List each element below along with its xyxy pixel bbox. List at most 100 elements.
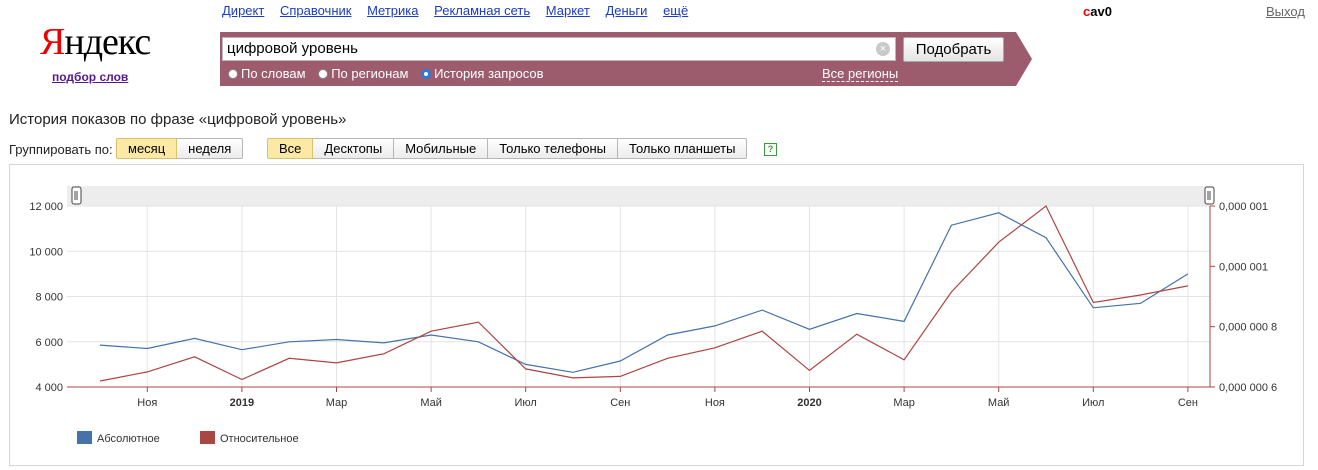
data-point[interactable] (949, 223, 953, 227)
search-band-arrow (1016, 32, 1032, 86)
clear-icon[interactable]: × (876, 42, 890, 56)
data-point[interactable] (476, 340, 480, 344)
chart-container: 12 000 10 000 8 000 6 000 4 000 0,000 001 0,00… (9, 164, 1304, 466)
y-axis-left-tick-label: 8 000 (35, 292, 63, 304)
logo-first-letter: Я (40, 21, 65, 63)
range-navigator[interactable] (67, 186, 1210, 206)
legend-label[interactable]: Относительное (220, 433, 299, 445)
data-point[interactable] (713, 324, 717, 328)
data-point[interactable] (1186, 272, 1190, 276)
data-point[interactable] (524, 362, 528, 366)
legend-swatch[interactable] (200, 431, 215, 444)
data-point[interactable] (808, 368, 812, 372)
nav-link-ad-network[interactable]: Рекламная сеть (434, 3, 530, 18)
data-point[interactable] (1139, 301, 1143, 305)
data-point[interactable] (1186, 284, 1190, 288)
data-point[interactable] (666, 333, 670, 337)
legend-swatch[interactable] (77, 431, 92, 444)
radio-query-history-label[interactable]: История запросов (434, 66, 544, 81)
radio-by-regions-dot[interactable] (318, 69, 329, 79)
data-point[interactable] (1044, 204, 1048, 208)
data-point[interactable] (145, 347, 149, 351)
search-input[interactable]: цифровой уровень (222, 37, 896, 61)
data-point[interactable] (571, 376, 575, 380)
radio-by-words-label[interactable]: По словам (241, 66, 306, 81)
x-axis-tick-label: Сен (1178, 397, 1198, 409)
data-point[interactable] (476, 320, 480, 324)
period-week-button[interactable]: неделя (177, 138, 244, 159)
y-axis-left-tick-label: 4 000 (35, 382, 63, 394)
data-point[interactable] (1091, 306, 1095, 310)
data-point[interactable] (713, 346, 717, 350)
period-month-button[interactable]: месяц (116, 138, 178, 159)
radio-query-history[interactable]: История запросов (421, 66, 544, 81)
x-axis-tick-label: Ноя (137, 397, 157, 409)
data-point[interactable] (808, 327, 812, 331)
data-point[interactable] (145, 370, 149, 374)
period-button-group: месяц неделя (116, 138, 244, 159)
help-icon[interactable]: ? (764, 143, 777, 156)
data-point[interactable] (429, 329, 433, 333)
nav-link-direct[interactable]: Директ (222, 3, 264, 18)
x-axis-tick-label: Ноя (705, 397, 725, 409)
data-point[interactable] (287, 340, 291, 344)
radio-by-words[interactable]: По словам (228, 66, 306, 81)
data-point[interactable] (1044, 236, 1048, 240)
legend-label[interactable]: Абсолютное (97, 433, 160, 445)
data-point[interactable] (335, 337, 339, 341)
data-point[interactable] (618, 374, 622, 378)
data-point[interactable] (949, 290, 953, 294)
nav-link-market[interactable]: Маркет (546, 3, 590, 18)
data-point[interactable] (902, 358, 906, 362)
data-point[interactable] (760, 308, 764, 312)
data-point[interactable] (1091, 301, 1095, 305)
radio-by-words-dot[interactable] (228, 69, 238, 79)
data-point[interactable] (193, 355, 197, 359)
device-phones-button[interactable]: Только телефоны (488, 138, 619, 159)
x-axis-tick-label: Июл (1082, 397, 1104, 409)
submit-button[interactable]: Подобрать (903, 37, 1004, 62)
device-desktops-button[interactable]: Десктопы (313, 138, 395, 159)
nav-link-money[interactable]: Деньги (605, 3, 647, 18)
device-all-button[interactable]: Все (267, 138, 314, 159)
data-point[interactable] (902, 319, 906, 323)
data-point[interactable] (524, 367, 528, 371)
history-chart: 12 000 10 000 8 000 6 000 4 000 0,000 001 0,00… (29, 186, 1277, 445)
data-point[interactable] (618, 359, 622, 363)
data-point[interactable] (335, 361, 339, 365)
data-point[interactable] (571, 370, 575, 374)
data-point[interactable] (240, 377, 244, 381)
data-point[interactable] (760, 329, 764, 333)
data-point[interactable] (287, 356, 291, 360)
nav-link-metrika[interactable]: Метрика (367, 3, 418, 18)
data-point[interactable] (382, 341, 386, 345)
yandex-logo[interactable]: Яндекс (40, 21, 151, 63)
data-point[interactable] (382, 352, 386, 356)
radio-query-history-dot[interactable] (421, 69, 432, 79)
device-mobile-button[interactable]: Мобильные (394, 138, 489, 159)
data-point[interactable] (666, 356, 670, 360)
group-by-label: Группировать по: (9, 142, 113, 157)
data-point[interactable] (997, 211, 1001, 215)
all-regions-link[interactable]: Все регионы (822, 66, 899, 82)
logo-subtitle-link[interactable]: подбор слов (52, 70, 128, 84)
device-tablets-button[interactable]: Только планшеты (618, 138, 748, 159)
y-axis-right-tick-label: 0,000 000 6 (1219, 382, 1277, 394)
data-point[interactable] (855, 311, 859, 315)
logout-link[interactable]: Выход (1266, 4, 1305, 19)
radio-by-regions[interactable]: По регионам (318, 66, 408, 81)
data-point[interactable] (997, 240, 1001, 244)
data-point[interactable] (429, 333, 433, 337)
data-point[interactable] (98, 343, 102, 347)
y-axis-right-tick-label: 0,000 000 8 (1219, 322, 1277, 334)
radio-by-regions-label[interactable]: По регионам (331, 66, 408, 81)
data-point[interactable] (1139, 293, 1143, 297)
data-point[interactable] (240, 348, 244, 352)
data-point[interactable] (855, 332, 859, 336)
nav-link-spravochnik[interactable]: Справочник (280, 3, 352, 18)
series-line-absolute (99, 212, 1189, 373)
data-point[interactable] (193, 336, 197, 340)
user-name[interactable]: cav0 (1083, 4, 1112, 19)
data-point[interactable] (98, 379, 102, 383)
nav-link-more[interactable]: ещё (663, 3, 688, 18)
